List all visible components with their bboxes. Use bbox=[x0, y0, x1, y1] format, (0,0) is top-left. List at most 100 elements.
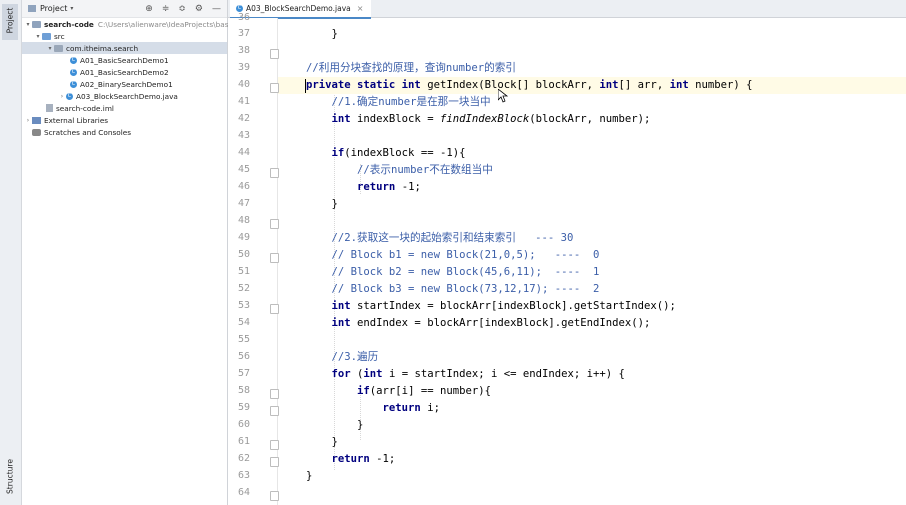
tree-item-class[interactable]: C A01_BasicSearchDemo2 bbox=[70, 66, 169, 78]
folder-icon bbox=[42, 32, 51, 40]
dropdown-icon[interactable]: ▾ bbox=[70, 5, 73, 12]
line-number: 58 bbox=[237, 385, 250, 396]
gear-icon[interactable]: ⚙ bbox=[195, 4, 203, 14]
code-line[interactable]: // Block b3 = new Block(73,12,17); ---- … bbox=[306, 281, 600, 298]
tree-item-external-libraries[interactable]: › External Libraries bbox=[24, 114, 108, 126]
fold-marker-icon[interactable] bbox=[270, 304, 279, 314]
line-number: 39 bbox=[237, 62, 250, 73]
line-number: 48 bbox=[237, 215, 250, 226]
code-line[interactable]: } bbox=[306, 468, 312, 485]
code-line[interactable]: return i; bbox=[306, 400, 440, 417]
fold-marker-icon[interactable] bbox=[270, 168, 279, 178]
code-line[interactable]: } bbox=[306, 196, 338, 213]
project-panel: Project ▾ ⊕ ≑ ≎ ⚙ — ▾ search-code C:\Use… bbox=[22, 0, 241, 505]
project-tool-tab[interactable]: Project bbox=[2, 4, 18, 40]
expand-icon[interactable]: ≎ bbox=[178, 4, 186, 14]
code-line[interactable]: int indexBlock = findIndexBlock(blockArr… bbox=[306, 111, 651, 128]
line-number: 52 bbox=[237, 283, 250, 294]
line-number: 54 bbox=[237, 317, 250, 328]
code-line[interactable]: if(arr[i] == number){ bbox=[306, 383, 491, 400]
expand-arrow-icon[interactable]: ▾ bbox=[24, 21, 32, 28]
line-number: 45 bbox=[237, 164, 250, 175]
line-number: 51 bbox=[237, 266, 250, 277]
fold-marker-icon[interactable] bbox=[270, 219, 279, 229]
tree-item-search-code[interactable]: ▾ search-code C:\Users\alienware\IdeaPro… bbox=[24, 18, 241, 30]
tree-item-class[interactable]: C A02_BinarySearchDemo1 bbox=[70, 78, 173, 90]
fold-marker-icon[interactable] bbox=[270, 457, 279, 467]
project-view-icon bbox=[28, 5, 36, 12]
code-editor[interactable]: C A03_BlockSearchDemo.java × 36 37 38 39… bbox=[228, 0, 906, 505]
code-line[interactable]: return -1; bbox=[306, 451, 396, 468]
fold-marker-icon[interactable] bbox=[270, 49, 279, 59]
project-tool-tab-label: Project bbox=[5, 7, 15, 34]
tree-item-class[interactable]: › C A03_BlockSearchDemo.java bbox=[58, 90, 178, 102]
line-number: 56 bbox=[237, 351, 250, 362]
fold-marker-icon[interactable] bbox=[270, 440, 279, 450]
project-panel-title[interactable]: Project bbox=[40, 4, 67, 13]
tree-item-src[interactable]: ▾ src bbox=[34, 30, 64, 42]
close-icon[interactable]: × bbox=[357, 4, 364, 13]
structure-tool-tab-label: Structure bbox=[5, 459, 15, 494]
code-line[interactable]: return -1; bbox=[306, 179, 421, 196]
line-number: 53 bbox=[237, 300, 250, 311]
tree-item-package[interactable]: ▾ com.itheima.search bbox=[22, 42, 227, 54]
line-number: 63 bbox=[237, 470, 250, 481]
code-line[interactable]: } bbox=[306, 26, 338, 43]
expand-arrow-icon[interactable]: ▾ bbox=[46, 45, 54, 52]
class-icon: C bbox=[66, 92, 73, 100]
fold-marker-icon[interactable] bbox=[270, 83, 279, 93]
fold-marker-icon[interactable] bbox=[270, 406, 279, 416]
expand-arrow-icon[interactable]: ▾ bbox=[34, 33, 42, 40]
structure-tool-tab[interactable]: Structure bbox=[2, 456, 18, 498]
code-line[interactable]: int startIndex = blockArr[indexBlock].ge… bbox=[306, 298, 676, 315]
folder-icon bbox=[32, 20, 41, 28]
code-line[interactable]: // Block b2 = new Block(45,6,11); ---- 1 bbox=[306, 264, 600, 281]
code-line[interactable]: } bbox=[306, 434, 338, 451]
tree-item-scratches[interactable]: Scratches and Consoles bbox=[32, 126, 131, 138]
line-number-gutter: 36 37 38 39 40 41 42 43 44 45 46 47 48 4… bbox=[228, 12, 279, 505]
tree-item-label: search-code.iml bbox=[56, 103, 114, 113]
code-line[interactable]: //2.获取这一块的起始索引和结束索引 --- 30 bbox=[306, 230, 574, 247]
code-line[interactable]: //表示number不在数组当中 bbox=[306, 162, 493, 179]
line-number: 59 bbox=[237, 402, 250, 413]
project-panel-header: Project ▾ ⊕ ≑ ≎ ⚙ — bbox=[22, 0, 227, 18]
code-line[interactable]: //3.遍历 bbox=[306, 349, 379, 366]
line-number: 60 bbox=[237, 419, 250, 430]
expand-arrow-icon[interactable]: › bbox=[58, 93, 66, 100]
text-caret bbox=[305, 79, 306, 93]
line-number: 41 bbox=[237, 96, 250, 107]
line-number: 49 bbox=[237, 232, 250, 243]
mouse-pointer-icon bbox=[498, 89, 508, 103]
tree-item-class[interactable]: C A01_BasicSearchDemo1 bbox=[70, 54, 169, 66]
tree-item-label: Scratches and Consoles bbox=[44, 127, 132, 137]
minimize-icon[interactable]: — bbox=[212, 4, 221, 14]
iml-file-icon bbox=[46, 104, 53, 112]
line-number: 50 bbox=[237, 249, 250, 260]
fold-marker-icon[interactable] bbox=[270, 389, 279, 399]
code-line[interactable]: } bbox=[306, 417, 363, 434]
scratch-icon bbox=[32, 128, 41, 136]
editor-tab-label: A03_BlockSearchDemo.java bbox=[246, 4, 351, 13]
code-line[interactable]: //1.确定number是在那一块当中 bbox=[306, 94, 491, 111]
tree-item-iml[interactable]: search-code.iml bbox=[46, 102, 114, 114]
code-line[interactable]: for (int i = startIndex; i <= endIndex; … bbox=[306, 366, 625, 383]
code-line[interactable]: private static int getIndex(Block[] bloc… bbox=[306, 77, 753, 94]
tree-item-label: A01_BasicSearchDemo2 bbox=[80, 67, 169, 77]
code-line[interactable]: int endIndex = blockArr[indexBlock].getE… bbox=[306, 315, 651, 332]
project-path: C:\Users\alienware\IdeaProjects\basic-c bbox=[97, 19, 242, 29]
line-number: 61 bbox=[237, 436, 250, 447]
editor-tab-bar: C A03_BlockSearchDemo.java × bbox=[228, 0, 906, 19]
collapse-icon[interactable]: ≑ bbox=[162, 4, 170, 14]
line-number: 55 bbox=[237, 334, 250, 345]
fold-marker-icon[interactable] bbox=[270, 253, 279, 263]
editor-tab-active[interactable]: C A03_BlockSearchDemo.java × bbox=[230, 0, 372, 19]
fold-marker-icon[interactable] bbox=[270, 491, 279, 501]
line-number: 47 bbox=[237, 198, 250, 209]
class-icon: C bbox=[70, 68, 77, 76]
code-line[interactable]: if(indexBlock == -1){ bbox=[306, 145, 466, 162]
code-line[interactable]: //利用分块查找的原理，查询number的索引 bbox=[306, 60, 516, 77]
line-number: 57 bbox=[237, 368, 250, 379]
expand-arrow-icon[interactable]: › bbox=[24, 117, 32, 124]
code-line[interactable]: // Block b1 = new Block(21,0,5); ---- 0 bbox=[306, 247, 600, 264]
locate-icon[interactable]: ⊕ bbox=[145, 4, 153, 14]
